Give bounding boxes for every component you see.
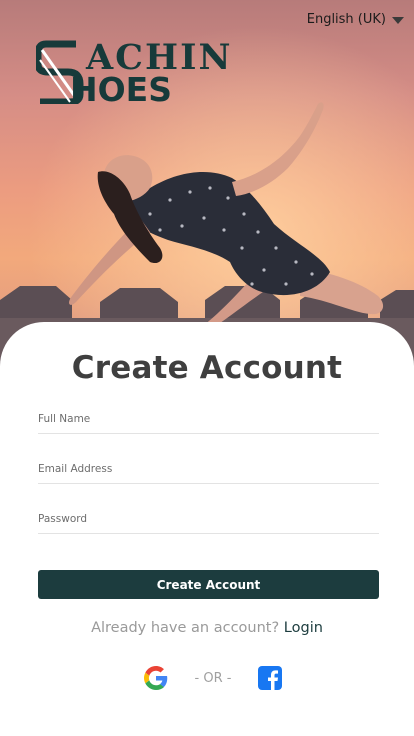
login-link[interactable]: Login xyxy=(284,620,323,636)
google-icon[interactable] xyxy=(144,666,168,690)
brand-name-bottom: HOES xyxy=(70,70,172,109)
caret-down-icon xyxy=(392,17,404,24)
full-name-input[interactable] xyxy=(38,404,379,433)
email-input[interactable] xyxy=(38,454,379,483)
login-prompt-text: Already have an account? xyxy=(91,620,280,636)
or-divider: - OR - xyxy=(194,671,232,686)
language-label: English (UK) xyxy=(306,12,386,27)
password-field[interactable] xyxy=(38,504,379,534)
password-input[interactable] xyxy=(38,504,379,533)
language-selector[interactable]: English (UK) xyxy=(307,12,404,27)
email-field[interactable] xyxy=(38,454,379,484)
social-login: - OR - xyxy=(0,664,414,692)
facebook-icon[interactable] xyxy=(258,666,282,690)
login-prompt: Already have an account? Login xyxy=(0,620,414,636)
page-title: Create Account xyxy=(71,350,343,386)
brand-logo: ACHIN HOES xyxy=(36,38,268,110)
full-name-field[interactable] xyxy=(38,404,379,434)
create-account-button[interactable]: Create Account xyxy=(38,570,379,599)
